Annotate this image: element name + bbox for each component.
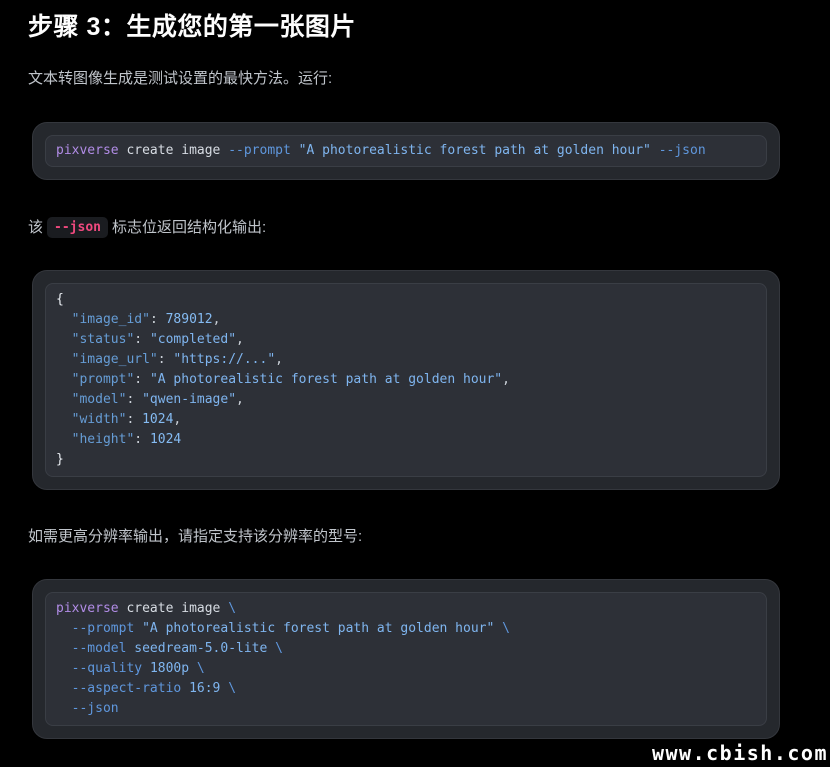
code-hires-command: pixverse create image \ --prompt "A phot… [45, 592, 767, 726]
json-flag-prefix: 该 [28, 219, 43, 236]
code-block-hires-command: pixverse create image \ --prompt "A phot… [32, 579, 780, 739]
intro-text: 文本转图像生成是测试设置的最快方法。运行: [28, 68, 780, 90]
resolution-text: 如需更高分辨率输出，请指定支持该分辨率的型号: [28, 526, 780, 548]
inline-code-json-flag: --json [47, 217, 108, 238]
code-block-quick-command: pixverse create image --prompt "A photor… [32, 122, 780, 180]
json-flag-suffix: 标志位返回结构化输出: [112, 219, 266, 236]
code-block-json-output: { "image_id": 789012, "status": "complet… [32, 270, 780, 490]
code-json-output: { "image_id": 789012, "status": "complet… [45, 283, 767, 477]
page-title: 步骤 3：生成您的第一张图片 [28, 10, 780, 44]
code-quick-command: pixverse create image --prompt "A photor… [45, 135, 767, 167]
json-flag-text: 该--json标志位返回结构化输出: [28, 217, 780, 239]
watermark: www.cbish.com [652, 741, 828, 765]
doc-page: 步骤 3：生成您的第一张图片 文本转图像生成是测试设置的最快方法。运行: pix… [0, 10, 830, 739]
